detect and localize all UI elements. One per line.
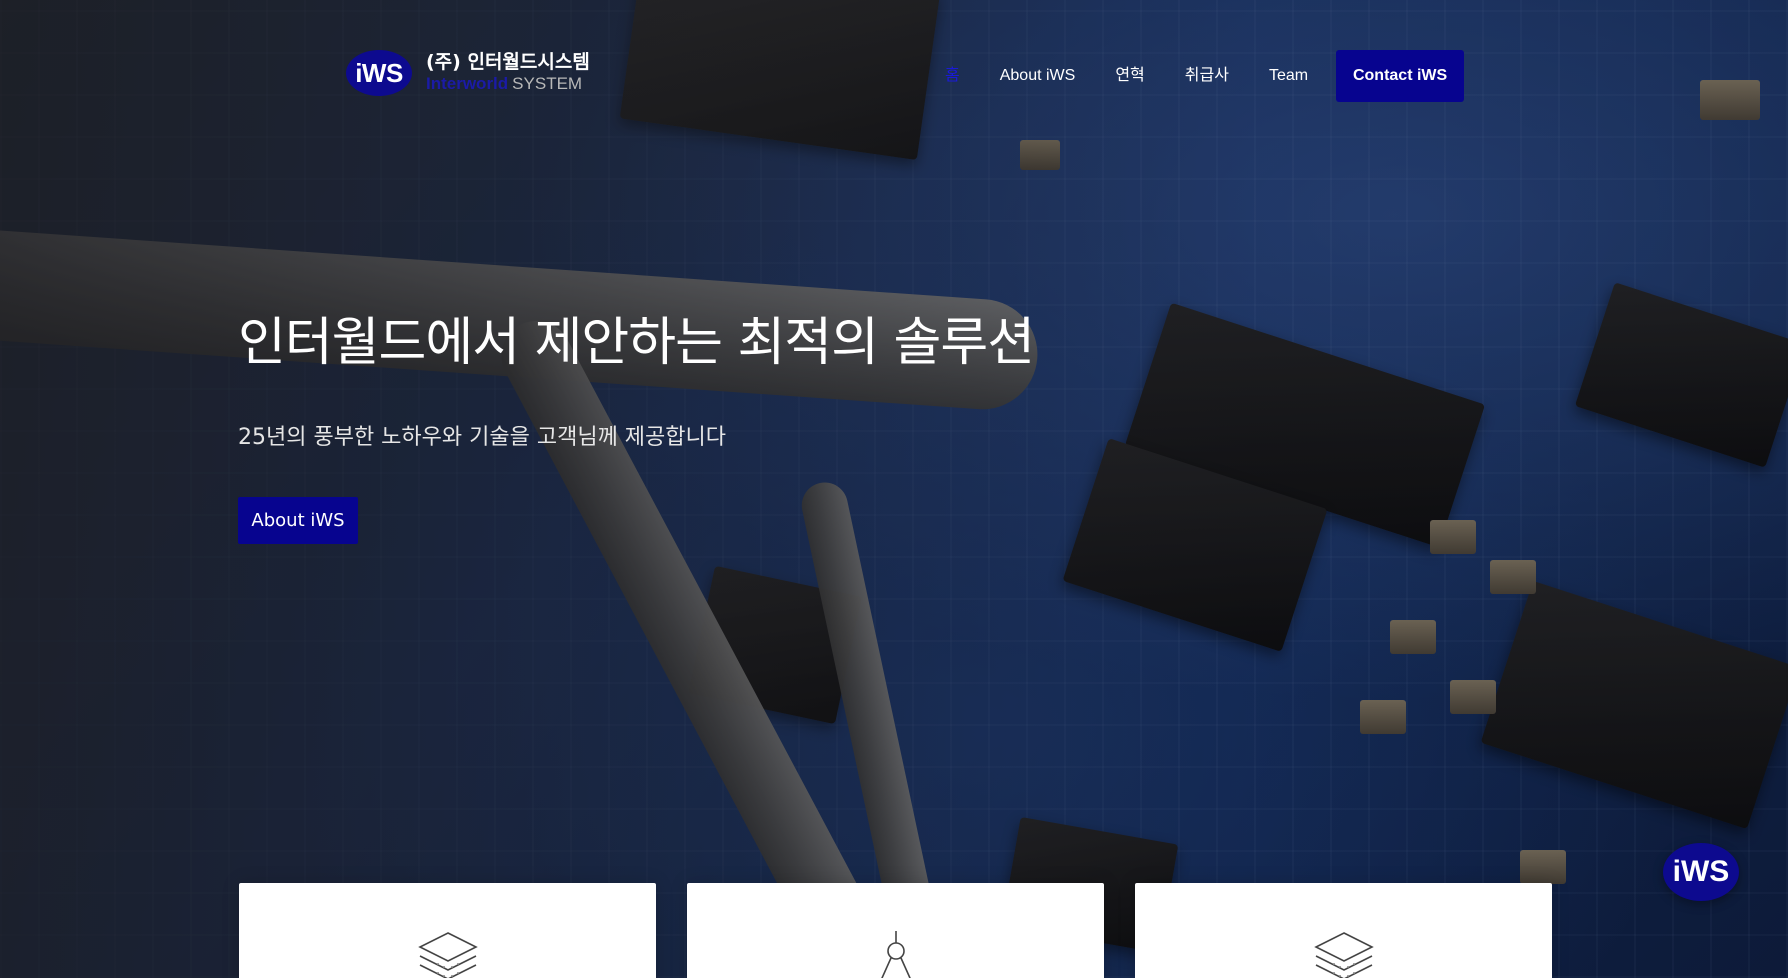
main-nav: 홈 About iWS 연혁 취급사 Team Contact iWS [925,50,1465,102]
logo-company-name-kr: (주) 인터월드시스템 [426,51,590,74]
floating-iws-badge[interactable]: iWS [1663,843,1739,901]
hero-section: 인터월드에서 제안하는 최적의 솔루션 25년의 풍부한 노하우와 기술을 고객… [238,300,1035,544]
logo-en-sub: SYSTEM [512,74,583,94]
hero-title: 인터월드에서 제안하는 최적의 솔루션 [238,313,1035,373]
feature-card[interactable] [239,883,656,978]
compass-icon [880,931,911,978]
feature-card[interactable] [687,883,1104,978]
contact-button[interactable]: Contact iWS [1336,50,1465,102]
nav-item-history[interactable]: 연혁 [1095,51,1164,101]
nav-item-home[interactable]: 홈 [925,51,980,101]
nav-item-about[interactable]: About iWS [980,51,1096,101]
about-button[interactable]: About iWS [238,497,358,544]
layers-icon [417,932,478,978]
logo-badge: iWS [346,50,412,96]
feature-cards [239,883,1552,978]
logo-text: (주) 인터월드시스템 Interworld SYSTEM [426,51,590,93]
layers-icon [1313,932,1374,978]
hero-subtitle: 25년의 풍부한 노하우와 기술을 고객님께 제공합니다 [238,425,727,450]
logo-en-main: Interworld [426,74,509,94]
nav-item-distributors[interactable]: 취급사 [1165,51,1249,101]
logo-company-name-en: Interworld SYSTEM [426,75,590,93]
nav-item-team[interactable]: Team [1249,51,1328,101]
site-logo[interactable]: iWS (주) 인터월드시스템 Interworld SYSTEM [346,50,590,96]
site-header: iWS (주) 인터월드시스템 Interworld SYSTEM 홈 About… [0,0,1788,150]
feature-card[interactable] [1135,883,1552,978]
page: iWS (주) 인터월드시스템 Interworld SYSTEM 홈 About… [0,0,1788,978]
